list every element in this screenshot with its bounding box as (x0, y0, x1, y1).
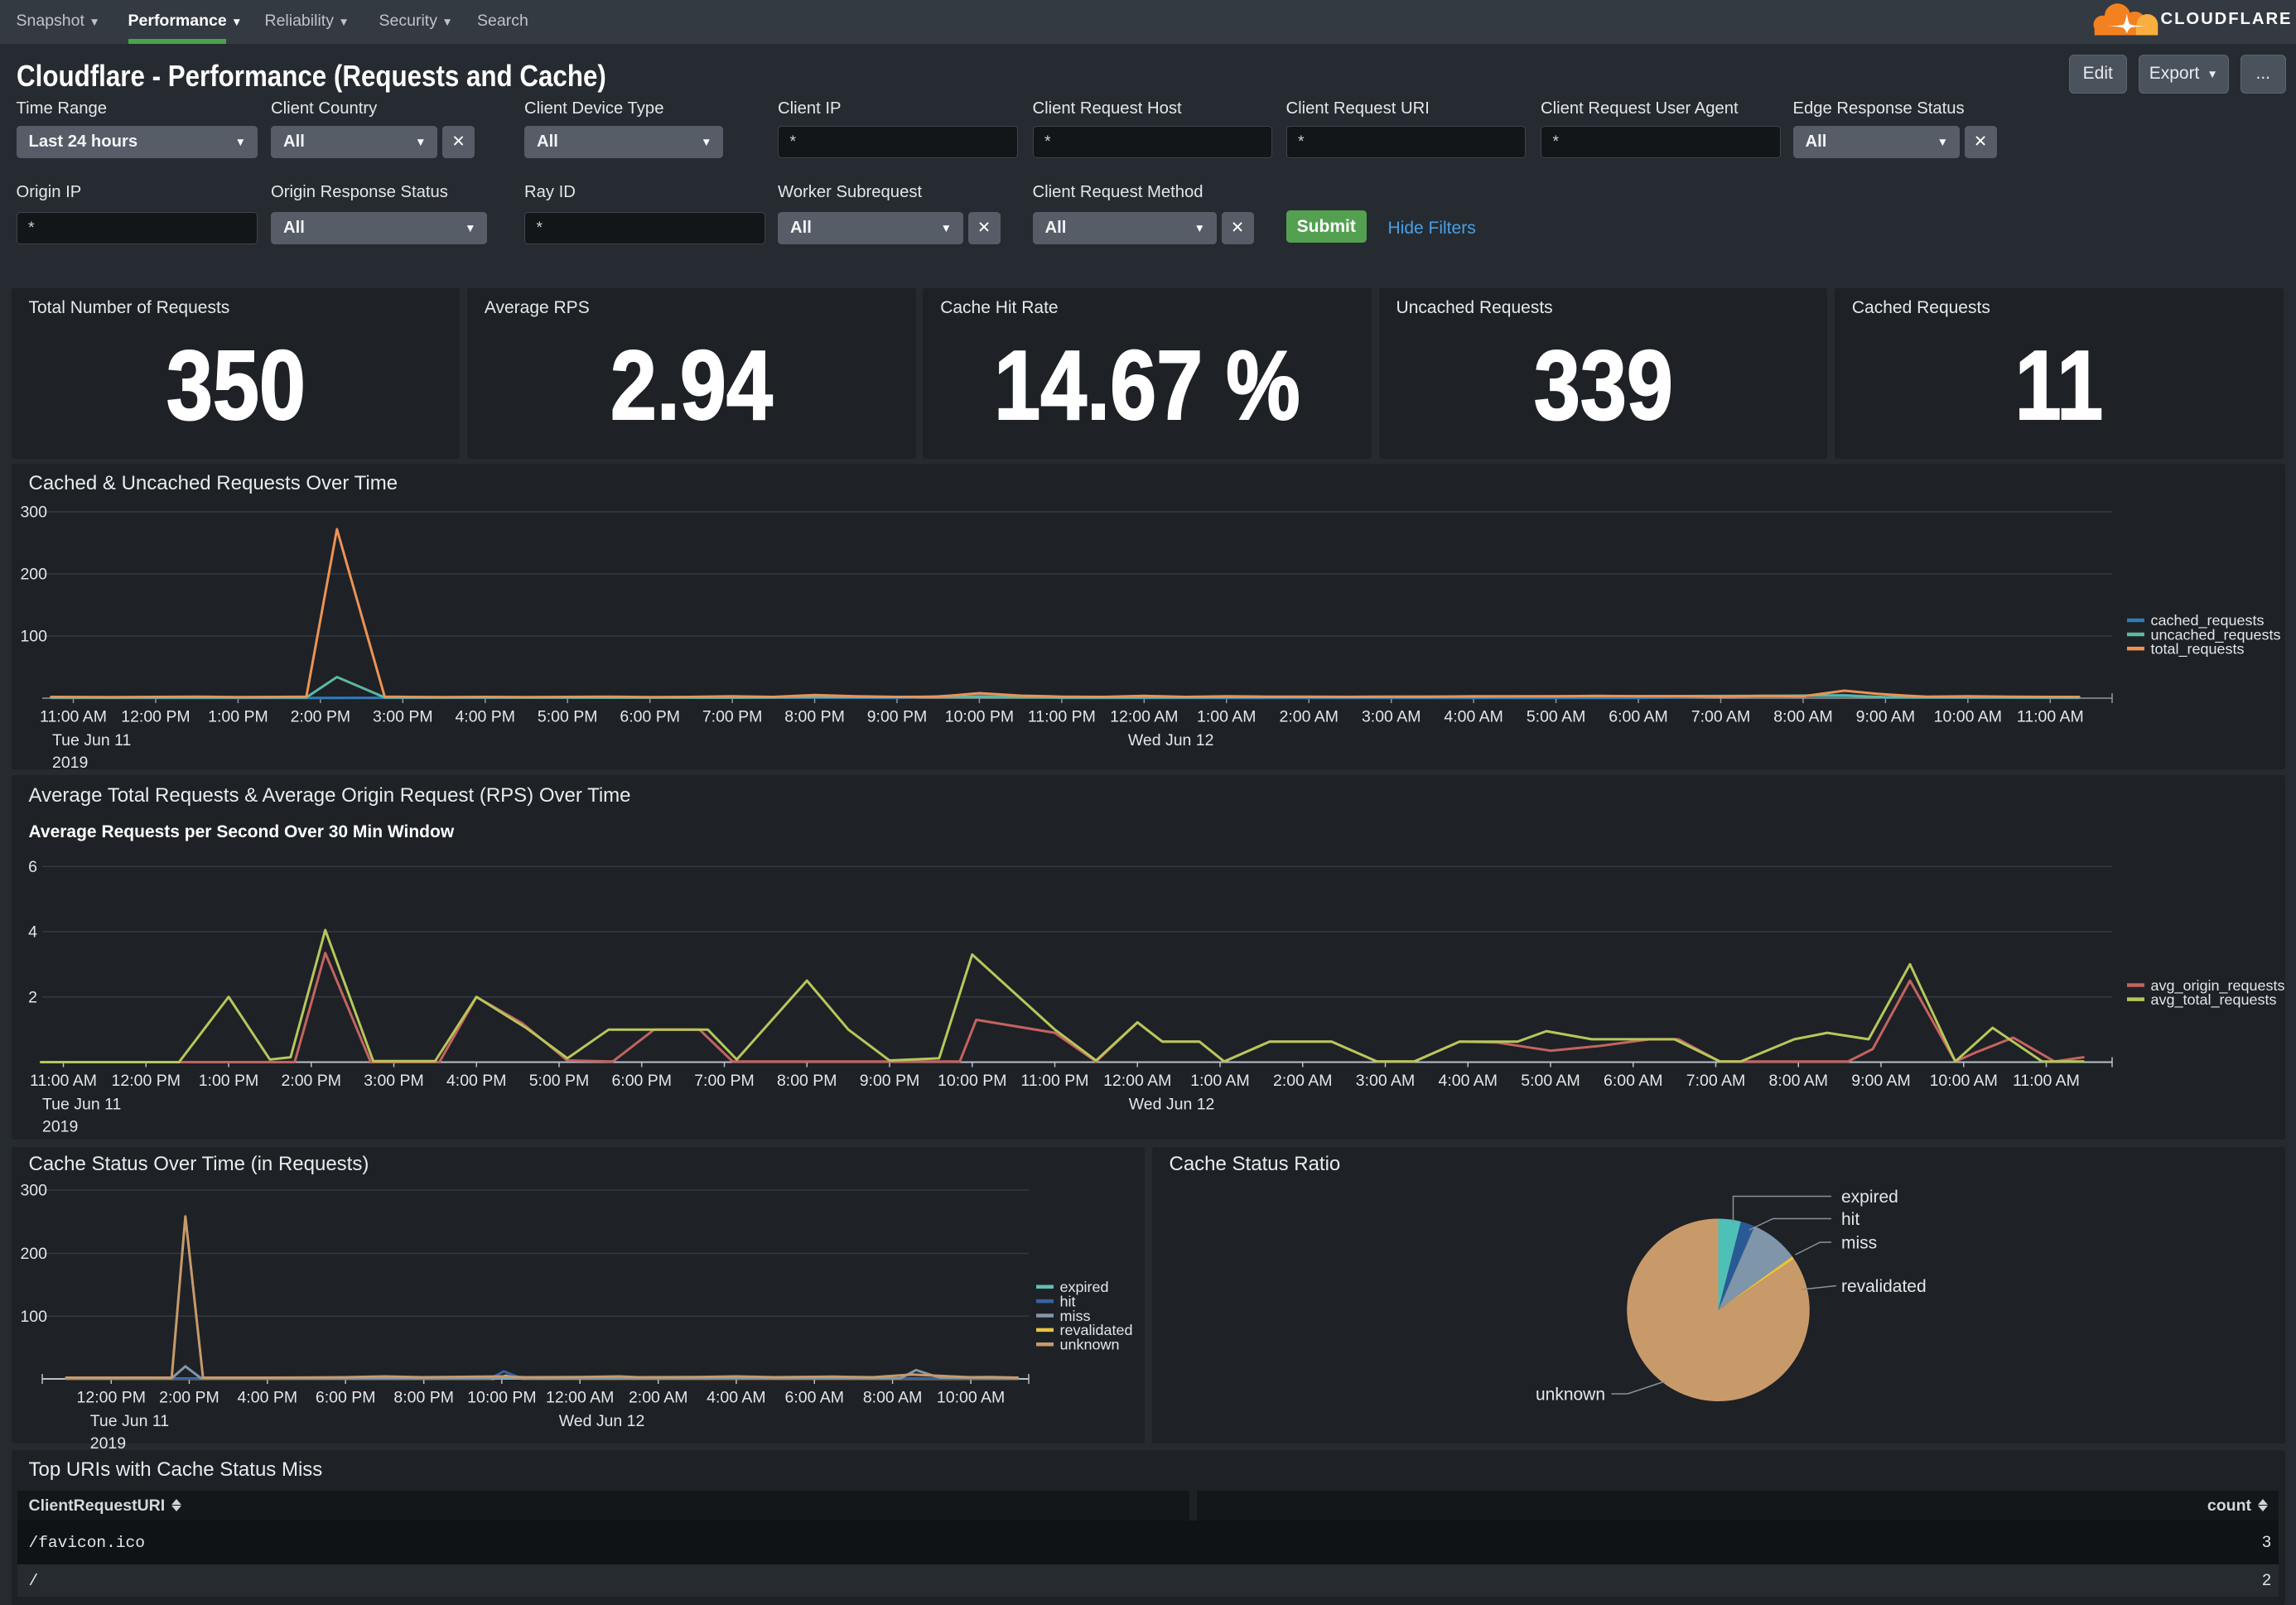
svg-text:total_requests: total_requests (2150, 640, 2244, 658)
svg-text:2019: 2019 (52, 754, 88, 772)
svg-text:200: 200 (20, 566, 47, 584)
svg-text:12:00 PM: 12:00 PM (112, 1072, 181, 1090)
svg-text:300: 300 (20, 504, 47, 522)
svg-text:4:00 AM: 4:00 AM (1438, 1072, 1498, 1090)
svg-text:Wed Jun 12: Wed Jun 12 (1129, 1095, 1215, 1113)
svg-text:6:00 PM: 6:00 PM (316, 1388, 376, 1406)
svg-text:1:00 AM: 1:00 AM (1197, 707, 1257, 725)
svg-text:7:00 AM: 7:00 AM (1686, 1072, 1746, 1090)
svg-text:avg_total_requests: avg_total_requests (2150, 991, 2276, 1009)
svg-text:200: 200 (20, 1245, 47, 1263)
svg-text:10:00 PM: 10:00 PM (938, 1072, 1006, 1090)
svg-text:9:00 AM: 9:00 AM (1856, 707, 1916, 725)
svg-text:11:00 AM: 11:00 AM (2017, 707, 2084, 725)
svg-text:3:00 AM: 3:00 AM (1362, 707, 1421, 725)
svg-text:4:00 PM: 4:00 PM (446, 1072, 507, 1090)
svg-text:12:00 AM: 12:00 AM (546, 1388, 614, 1406)
svg-text:7:00 PM: 7:00 PM (702, 707, 763, 725)
svg-text:2:00 PM: 2:00 PM (159, 1388, 219, 1406)
svg-text:10:00 PM: 10:00 PM (467, 1388, 536, 1406)
svg-text:6:00 PM: 6:00 PM (620, 707, 680, 725)
svg-text:8:00 PM: 8:00 PM (784, 707, 845, 725)
svg-text:expired: expired (1841, 1188, 1898, 1207)
svg-text:2:00 AM: 2:00 AM (1279, 707, 1339, 725)
svg-text:12:00 AM: 12:00 AM (1110, 707, 1178, 725)
svg-text:4:00 AM: 4:00 AM (707, 1388, 766, 1406)
svg-text:4:00 PM: 4:00 PM (238, 1388, 298, 1406)
svg-text:3:00 PM: 3:00 PM (364, 1072, 424, 1090)
svg-text:6:00 AM: 6:00 AM (785, 1388, 845, 1406)
svg-text:8:00 AM: 8:00 AM (1773, 707, 1833, 725)
svg-text:11:00 PM: 11:00 PM (1021, 1072, 1089, 1090)
svg-text:miss: miss (1841, 1233, 1877, 1252)
svg-text:7:00 PM: 7:00 PM (694, 1072, 755, 1090)
svg-text:2:00 AM: 2:00 AM (629, 1388, 688, 1406)
svg-text:1:00 AM: 1:00 AM (1190, 1072, 1250, 1090)
svg-text:revalidated: revalidated (1841, 1277, 1927, 1296)
svg-text:6:00 PM: 6:00 PM (611, 1072, 672, 1090)
svg-text:1:00 PM: 1:00 PM (208, 707, 268, 725)
svg-text:9:00 PM: 9:00 PM (867, 707, 928, 725)
svg-text:100: 100 (20, 1308, 47, 1326)
svg-text:Tue Jun 11: Tue Jun 11 (90, 1412, 169, 1430)
svg-text:Wed Jun 12: Wed Jun 12 (1128, 731, 1214, 749)
svg-text:7:00 AM: 7:00 AM (1691, 707, 1751, 725)
svg-text:10:00 AM: 10:00 AM (937, 1388, 1005, 1406)
svg-text:Wed Jun 12: Wed Jun 12 (559, 1412, 645, 1430)
svg-text:5:00 AM: 5:00 AM (1527, 707, 1586, 725)
svg-text:9:00 AM: 9:00 AM (1851, 1072, 1911, 1090)
svg-text:12:00 PM: 12:00 PM (77, 1388, 146, 1406)
svg-text:2:00 PM: 2:00 PM (281, 1072, 341, 1090)
svg-text:2019: 2019 (42, 1117, 78, 1135)
svg-text:1:00 PM: 1:00 PM (199, 1072, 259, 1090)
svg-text:Tue Jun 11: Tue Jun 11 (42, 1095, 121, 1113)
svg-text:100: 100 (20, 628, 47, 646)
svg-text:5:00 AM: 5:00 AM (1521, 1072, 1580, 1090)
svg-text:12:00 PM: 12:00 PM (121, 707, 190, 725)
svg-text:5:00 PM: 5:00 PM (529, 1072, 590, 1090)
svg-text:3:00 AM: 3:00 AM (1356, 1072, 1416, 1090)
svg-text:2019: 2019 (90, 1434, 126, 1453)
svg-text:8:00 PM: 8:00 PM (777, 1072, 837, 1090)
svg-text:10:00 AM: 10:00 AM (1934, 707, 2002, 725)
svg-text:unknown: unknown (1060, 1337, 1120, 1353)
svg-text:6:00 AM: 6:00 AM (1604, 1072, 1663, 1090)
svg-text:3:00 PM: 3:00 PM (373, 707, 433, 725)
svg-text:8:00 PM: 8:00 PM (393, 1388, 454, 1406)
svg-text:Tue Jun 11: Tue Jun 11 (52, 731, 131, 749)
svg-text:2:00 AM: 2:00 AM (1273, 1072, 1333, 1090)
svg-text:5:00 PM: 5:00 PM (538, 707, 598, 725)
svg-text:9:00 PM: 9:00 PM (860, 1072, 920, 1090)
svg-text:6: 6 (28, 858, 37, 876)
svg-text:11:00 AM: 11:00 AM (30, 1072, 97, 1090)
svg-text:4:00 PM: 4:00 PM (455, 707, 515, 725)
svg-text:11:00 PM: 11:00 PM (1028, 707, 1096, 725)
svg-text:10:00 PM: 10:00 PM (945, 707, 1014, 725)
svg-text:2: 2 (28, 988, 37, 1006)
svg-text:hit: hit (1841, 1210, 1859, 1229)
svg-text:unknown: unknown (1536, 1385, 1605, 1404)
svg-text:8:00 AM: 8:00 AM (863, 1388, 923, 1406)
svg-text:6:00 AM: 6:00 AM (1609, 707, 1668, 725)
svg-text:4:00 AM: 4:00 AM (1444, 707, 1503, 725)
svg-text:12:00 AM: 12:00 AM (1103, 1072, 1171, 1090)
svg-text:2:00 PM: 2:00 PM (291, 707, 351, 725)
svg-text:10:00 AM: 10:00 AM (1930, 1072, 1998, 1090)
svg-text:300: 300 (20, 1182, 47, 1200)
svg-text:8:00 AM: 8:00 AM (1768, 1072, 1828, 1090)
svg-text:11:00 AM: 11:00 AM (40, 707, 107, 725)
svg-text:11:00 AM: 11:00 AM (2013, 1072, 2080, 1090)
svg-text:4: 4 (28, 923, 37, 942)
